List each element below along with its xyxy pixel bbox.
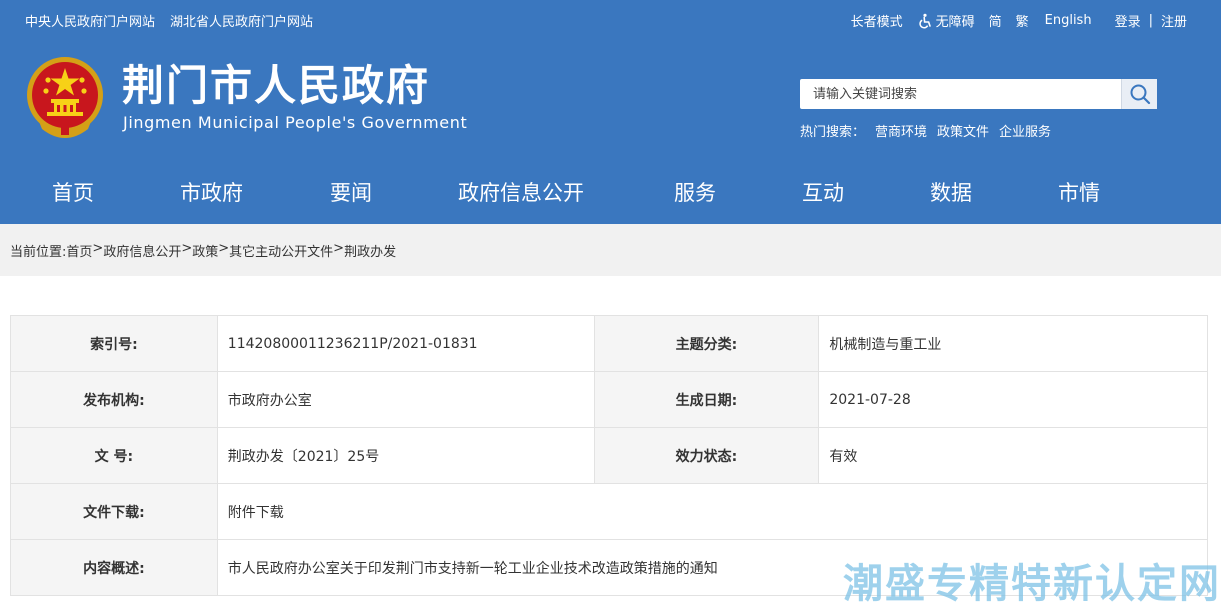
hot-search-item[interactable]: 营商环境 [875,121,927,140]
page: 中央人民政府门户网站 湖北省人民政府门户网站 长者模式 无障碍 简 繁 Engl… [0,0,1221,606]
nav-services[interactable]: 服务 [674,177,716,207]
status-value: 有效 [818,427,1208,484]
nav-city-overview[interactable]: 市情 [1058,177,1100,207]
watermark: 潮盛专精特新认定网 [843,561,1221,606]
topic-value: 机械制造与重工业 [818,315,1208,372]
date-value: 2021-07-28 [818,371,1208,428]
nav-home[interactable]: 首页 [52,177,94,207]
breadcrumb: 当前位置: 首页 > 政府信息公开 > 政策 > 其它主动公开文件 > 荆政办发 [10,241,396,260]
breadcrumb-separator: > [333,241,345,256]
document-meta-table: 索引号: 11420800011236211P/2021-01831 主题分类:… [10,315,1209,596]
search-button[interactable] [1121,79,1157,109]
top-right-tools: 长者模式 无障碍 简 繁 English 登录 | 注册 [837,11,1187,30]
breadcrumb-separator: > [92,241,104,256]
topic-label: 主题分类: [593,315,820,372]
main-nav: 首页 市政府 要闻 政府信息公开 服务 互动 数据 市情 [0,160,1221,224]
breadcrumb-separator: > [181,241,193,256]
date-label: 生成日期: [593,371,820,428]
attachment-download-link[interactable]: 附件下载 [216,483,1209,540]
breadcrumb-item[interactable]: 政府信息公开 [103,241,181,260]
nav-news[interactable]: 要闻 [330,177,372,207]
nav-data[interactable]: 数据 [930,177,972,207]
login-link[interactable]: 登录 [1115,11,1141,30]
nav-info-disclosure[interactable]: 政府信息公开 [458,177,584,207]
hot-search-item[interactable]: 政策文件 [937,121,989,140]
simplified-link[interactable]: 简 [989,11,1002,30]
doc-number-value: 荆政办发〔2021〕25号 [216,427,595,484]
breadcrumb-prefix: 当前位置: [10,245,67,260]
search-box [800,79,1157,109]
link-hubei-gov[interactable]: 湖北省人民政府门户网站 [170,11,313,30]
accessibility-label: 无障碍 [935,15,975,30]
publisher-value: 市政府办公室 [216,371,595,428]
accessibility-link[interactable]: 无障碍 [917,11,975,30]
site-subtitle: Jingmen Municipal People's Government [123,113,468,132]
link-central-gov[interactable]: 中央人民政府门户网站 [25,11,155,30]
traditional-link[interactable]: 繁 [1016,11,1029,30]
top-links: 中央人民政府门户网站 湖北省人民政府门户网站 [25,11,313,30]
table-row: 索引号: 11420800011236211P/2021-01831 主题分类:… [10,315,1208,372]
hot-search-item[interactable]: 企业服务 [999,121,1051,140]
wheelchair-icon [918,13,931,28]
hot-search: 热门搜索： 营商环境 政策文件 企业服务 [800,121,1051,140]
table-row: 文件下载: 附件下载 [10,483,1209,540]
breadcrumb-item[interactable]: 其它主动公开文件 [229,241,333,260]
elder-mode-link[interactable]: 长者模式 [851,11,903,30]
breadcrumb-item[interactable]: 荆政办发 [344,241,396,260]
breadcrumb-bar: 当前位置: 首页 > 政府信息公开 > 政策 > 其它主动公开文件 > 荆政办发 [0,224,1221,276]
english-link[interactable]: English [1045,13,1092,28]
doc-number-label: 文 号: [10,427,218,484]
publisher-label: 发布机构: [10,371,218,428]
nav-city-government[interactable]: 市政府 [180,177,243,207]
breadcrumb-item[interactable]: 首页 [66,241,92,260]
status-label: 效力状态: [593,427,820,484]
table-row: 发布机构: 市政府办公室 生成日期: 2021-07-28 [10,371,1208,428]
site-header: 中央人民政府门户网站 湖北省人民政府门户网站 长者模式 无障碍 简 繁 Engl… [0,0,1221,224]
breadcrumb-separator: > [218,241,230,256]
table-row: 文 号: 荆政办发〔2021〕25号 效力状态: 有效 [10,427,1208,484]
search-input[interactable] [800,79,1120,109]
index-number-label: 索引号: [10,315,218,372]
register-link[interactable]: 注册 [1161,11,1187,30]
site-title: 荆门市人民政府 [122,61,431,110]
search-icon [1130,84,1151,105]
summary-label: 内容概述: [10,539,218,596]
index-number-value: 11420800011236211P/2021-01831 [216,315,595,372]
hot-search-label: 热门搜索： [800,125,866,140]
breadcrumb-item[interactable]: 政策 [192,241,218,260]
nav-interaction[interactable]: 互动 [802,177,844,207]
download-label: 文件下载: [10,483,218,540]
login-register-separator: | [1148,13,1153,28]
national-emblem-logo[interactable] [24,55,106,141]
